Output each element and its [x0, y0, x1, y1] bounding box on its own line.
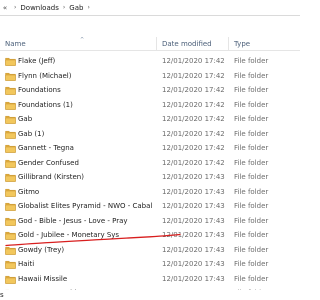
file-type: File folder: [234, 260, 269, 268]
file-type: File folder: [234, 245, 269, 254]
file-date-modified: 12/01/2020 17:43: [162, 173, 225, 181]
file-date-modified: 12/01/2020 17:42: [162, 144, 225, 152]
file-date-modified: 12/01/2020 17:42: [162, 86, 225, 94]
file-type: File folder: [234, 144, 269, 152]
file-name: Gab: [18, 115, 33, 123]
folder-icon: [5, 246, 16, 255]
file-type: File folder: [234, 158, 269, 167]
breadcrumb-downloads[interactable]: Downloads: [20, 4, 58, 12]
column-header: ^ Name Date modified Type: [0, 37, 300, 51]
file-name: Gannett - Tegna: [18, 144, 74, 152]
folder-icon: [5, 101, 16, 110]
file-date-modified: 12/01/2020 17:43: [162, 216, 225, 225]
file-type: File folder: [234, 57, 269, 65]
list-item[interactable]: Flynn (Michael) 12/01/2020 17:42 File fold…: [0, 69, 300, 84]
column-header-type[interactable]: Type: [234, 40, 250, 48]
file-type: File folder: [234, 86, 269, 94]
breadcrumb-separator-icon[interactable]: ›: [87, 4, 89, 11]
file-name: Gowdy (Trey): [18, 245, 65, 254]
file-date-modified: 12/01/2020 17:43: [162, 245, 225, 254]
column-header-date-modified[interactable]: Date modified: [162, 40, 212, 48]
file-name: God - Bible - Jesus - Love - Pray: [18, 216, 128, 225]
file-type: File folder: [234, 71, 269, 80]
file-type: File folder: [234, 187, 269, 196]
breadcrumb-gab[interactable]: Gab: [69, 4, 83, 12]
file-date-modified: 12/01/2020 17:42: [162, 71, 225, 80]
file-name: Foundations: [18, 86, 61, 94]
list-item[interactable]: Hawaii Missile 12/01/2020 17:43 File folde…: [0, 272, 300, 287]
list-item[interactable]: Gender Confused 12/01/2020 17:42 File fold…: [0, 156, 300, 171]
breadcrumb-separator-icon[interactable]: ›: [14, 4, 16, 11]
column-divider[interactable]: [156, 37, 157, 51]
file-name: Hawaii Missile: [18, 274, 68, 283]
file-name: Gold - Jubilee - Monetary Sys: [18, 231, 120, 239]
folder-icon: [5, 275, 16, 284]
file-list: Flake (Jeff) 12/01/2020 17:42 File folder F…: [0, 54, 300, 300]
file-name: Gitmo: [18, 187, 40, 196]
list-item[interactable]: Flake (Jeff) 12/01/2020 17:42 File folder: [0, 54, 300, 69]
status-text: s: [0, 291, 4, 299]
folder-icon: [5, 130, 16, 139]
status-bar: s: [0, 290, 300, 300]
folder-icon: [5, 217, 16, 226]
list-item[interactable]: Gitmo 12/01/2020 17:43 File folder: [0, 185, 300, 200]
sort-ascending-icon: ^: [80, 37, 85, 43]
folder-icon: [5, 260, 16, 269]
folder-icon: [5, 159, 16, 168]
file-date-modified: 12/01/2020 17:42: [162, 115, 225, 123]
file-name: Gender Confused: [18, 158, 79, 167]
file-name: Haiti: [18, 260, 35, 268]
list-item[interactable]: Gab (1) 12/01/2020 17:42 File folder: [0, 127, 300, 142]
file-name: Foundations (1): [18, 100, 73, 109]
breadcrumb-separator-icon[interactable]: ›: [63, 4, 65, 11]
list-item[interactable]: Gab 12/01/2020 17:42 File folder: [0, 112, 300, 127]
folder-icon: [5, 188, 16, 197]
list-item[interactable]: Gannett - Tegna 12/01/2020 17:42 File fold…: [0, 141, 300, 156]
list-item[interactable]: Gowdy (Trey) 12/01/2020 17:43 File folder: [0, 243, 300, 258]
file-name: Flake (Jeff): [18, 57, 56, 65]
file-date-modified: 12/01/2020 17:43: [162, 187, 225, 196]
file-date-modified: 12/01/2020 17:42: [162, 57, 225, 65]
address-bar[interactable]: « › Downloads › Gab ›: [0, 0, 300, 16]
folder-icon: [5, 72, 16, 81]
list-item[interactable]: Gold - Jubilee - Monetary Sys 12/01/2020 …: [0, 228, 300, 243]
file-type: File folder: [234, 274, 269, 283]
column-divider[interactable]: [228, 37, 229, 51]
file-name: Globalist Elites Pyramid - NWO - Cabal: [18, 202, 153, 210]
file-type: File folder: [234, 202, 269, 210]
file-type: File folder: [234, 173, 269, 181]
file-date-modified: 12/01/2020 17:42: [162, 158, 225, 167]
file-type: File folder: [234, 129, 269, 138]
list-item[interactable]: Haiti 12/01/2020 17:43 File folder: [0, 257, 300, 272]
file-name: Gillibrand (Kirsten): [18, 173, 84, 181]
folder-icon: [5, 144, 16, 153]
file-date-modified: 12/01/2020 17:43: [162, 202, 225, 210]
list-item[interactable]: Gillibrand (Kirsten) 12/01/2020 17:43 File…: [0, 170, 300, 185]
file-type: File folder: [234, 115, 269, 123]
list-item[interactable]: Foundations 12/01/2020 17:42 File folder: [0, 83, 300, 98]
file-date-modified: 12/01/2020 17:43: [162, 260, 225, 268]
folder-icon: [5, 115, 16, 124]
file-date-modified: 12/01/2020 17:42: [162, 129, 225, 138]
file-type: File folder: [234, 231, 269, 239]
list-item[interactable]: Foundations (1) 12/01/2020 17:42 File fold…: [0, 98, 300, 113]
folder-icon: [5, 173, 16, 182]
file-type: File folder: [234, 100, 269, 109]
file-type: File folder: [234, 216, 269, 225]
list-item[interactable]: God - Bible - Jesus - Love - Pray 12/01/2…: [0, 214, 300, 229]
folder-icon: [5, 202, 16, 211]
list-item[interactable]: Globalist Elites Pyramid - NWO - Cabal 12…: [0, 199, 300, 214]
folder-icon: [5, 231, 16, 240]
file-date-modified: 12/01/2020 17:43: [162, 274, 225, 283]
column-header-name[interactable]: Name: [5, 40, 26, 48]
file-name: Gab (1): [18, 129, 45, 138]
file-date-modified: 12/01/2020 17:42: [162, 100, 225, 109]
toolbar-spacer: [0, 16, 300, 36]
folder-icon: [5, 86, 16, 95]
address-overflow-button[interactable]: «: [0, 0, 10, 16]
file-date-modified: 12/01/2020 17:43: [162, 231, 225, 239]
folder-icon: [5, 57, 16, 66]
file-name: Flynn (Michael): [18, 71, 72, 80]
